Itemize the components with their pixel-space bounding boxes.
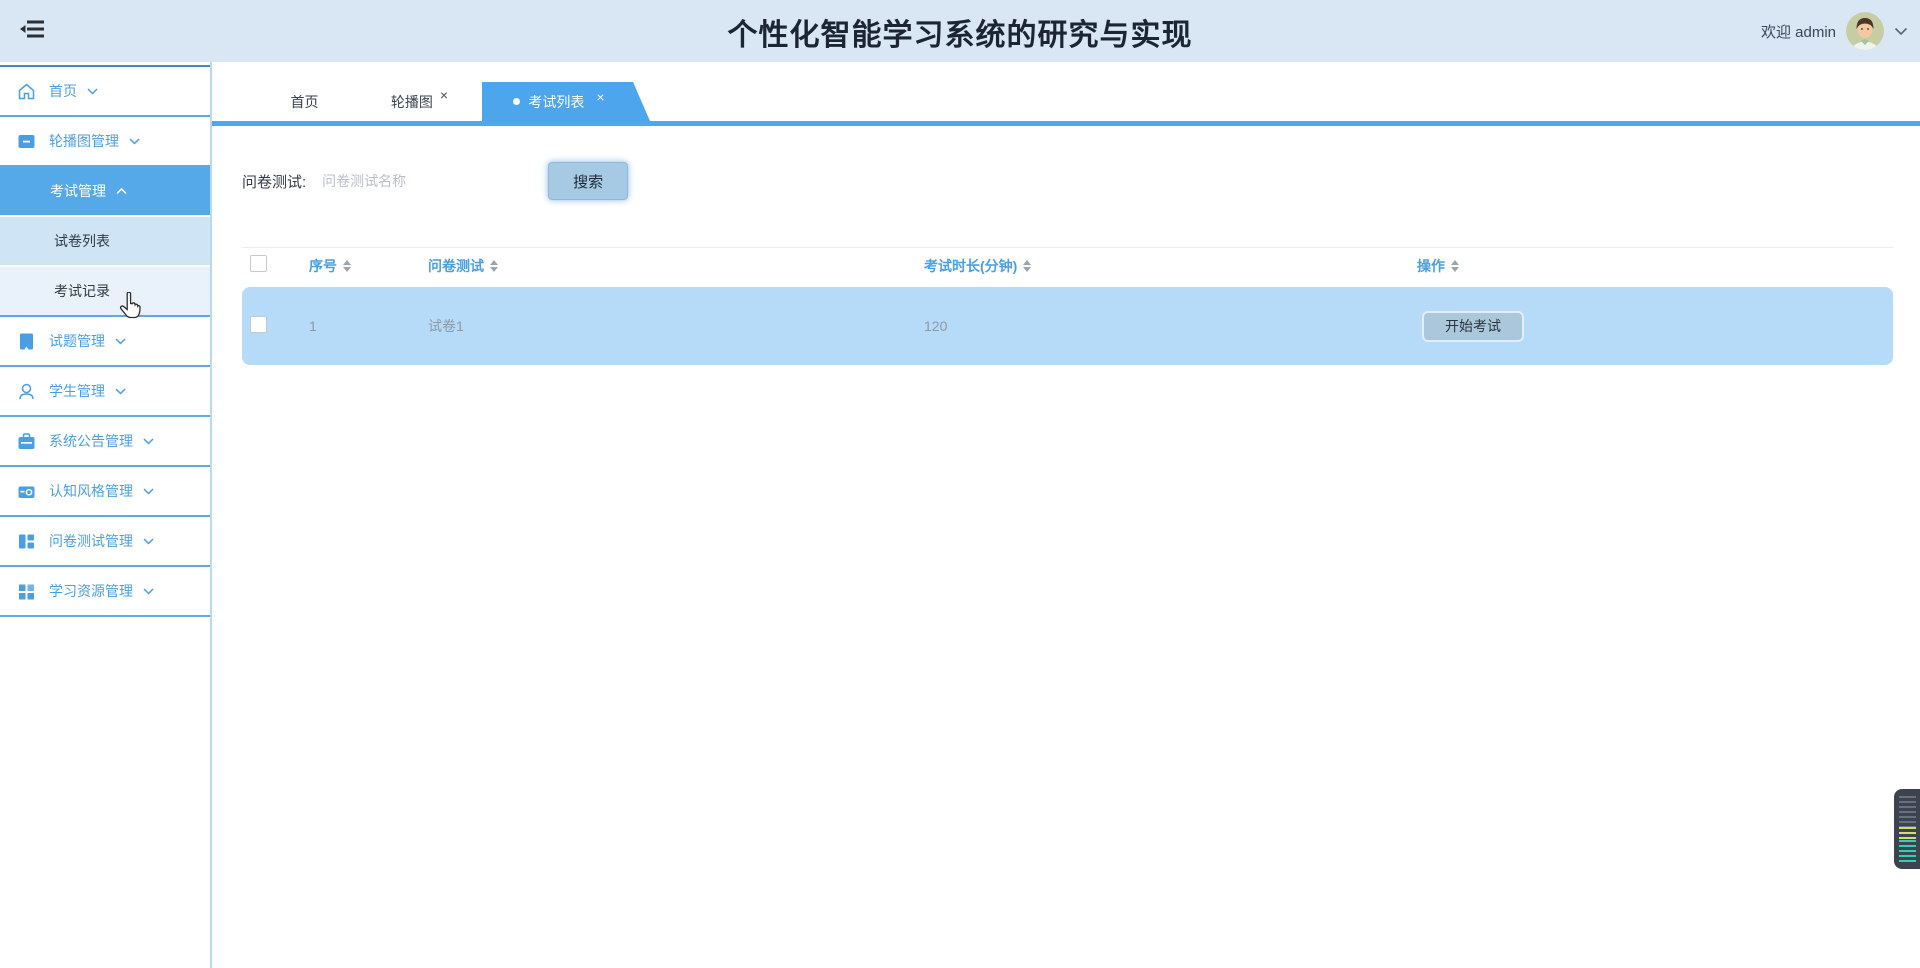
sidebar-item-label: 问卷测试管理 [49,533,133,549]
sidebar-item-student-management[interactable]: 学生管理 [0,367,210,417]
cell-quiz: 试卷1 [428,318,464,334]
tab-label: 考试列表 [528,93,585,110]
briefcase-icon [17,432,36,451]
sidebar-item-home[interactable]: 首页 [0,67,210,117]
column-header-duration[interactable]: 考试时长(分钟) [920,256,1413,276]
exam-table: 序号 问卷测试 考试时长(分钟) 操作 1 试卷1 120 开始考试 [242,247,1893,365]
sort-icon[interactable] [343,259,351,272]
sidebar-item-questionnaire-management[interactable]: 问卷测试管理 [0,517,210,567]
grid-icon [17,582,36,601]
sidebar-item-carousel-management[interactable]: 轮播图管理 [0,117,210,167]
sidebar-item-cognitive-style-management[interactable]: 认知风格管理 [0,467,210,517]
sidebar-item-label: 学习资源管理 [49,583,133,599]
sidebar-item-label: 考试记录 [54,283,110,299]
column-header-seq[interactable]: 序号 [305,256,424,276]
sidebar-item-paper-list[interactable]: 试卷列表 [0,217,210,267]
tab-bar: 首页 轮播图 × 考试列表 × [212,62,1920,121]
page-title: 个性化智能学习系统的研究与实现 [727,19,1193,52]
sidebar-menu: 首页 轮播图管理 考试管理 试卷列表 考试记录 试题管理 学生管理 系统公告管理… [0,65,210,617]
chevron-down-icon [143,437,154,445]
camera-icon [17,482,36,501]
table-row[interactable]: 1 试卷1 120 开始考试 [242,287,1893,365]
sidebar-item-label: 认知风格管理 [49,483,133,499]
sidebar-item-exam-records[interactable]: 考试记录 [0,267,210,317]
close-icon[interactable]: × [440,87,448,103]
home-icon [17,82,36,101]
browser-extension-widget[interactable] [1894,789,1920,869]
tab-carousel[interactable]: 轮播图 × [357,82,482,121]
close-icon[interactable]: × [596,89,604,105]
chevron-down-icon [143,587,154,595]
cell-duration: 120 [924,318,948,334]
search-label: 问卷测试: [242,173,307,191]
cell-seq: 1 [309,318,317,334]
column-header-quiz[interactable]: 问卷测试 [424,256,920,276]
sort-icon[interactable] [1451,259,1459,272]
chevron-down-icon [115,337,126,345]
chevron-down-icon [143,487,154,495]
avatar-image [1846,12,1884,50]
sidebar-item-label: 系统公告管理 [49,433,133,449]
sidebar-item-label: 考试管理 [50,183,106,199]
sidebar-item-question-management[interactable]: 试题管理 [0,317,210,367]
search-section: 问卷测试: 搜索 [242,162,1920,200]
main-content: 首页 轮播图 × 考试列表 × 问卷测试: 搜索 序号 问卷测试 [212,62,1920,968]
carousel-icon [17,132,36,151]
tab-home[interactable]: 首页 [252,82,357,121]
sort-icon[interactable] [490,259,498,272]
row-checkbox[interactable] [250,316,267,333]
sort-icon[interactable] [1023,259,1032,272]
column-header-action[interactable]: 操作 [1413,256,1893,276]
app-header: 个性化智能学习系统的研究与实现 欢迎 admin [0,0,1920,62]
tab-underline [212,121,1920,126]
sidebar-item-label: 试卷列表 [54,233,110,249]
search-input[interactable] [322,164,533,198]
widget-stripes-yellow [1899,827,1916,840]
tab-label: 首页 [290,93,319,110]
select-all-checkbox[interactable] [250,254,267,272]
notebook-icon [17,332,36,351]
sidebar-item-label: 试题管理 [49,333,105,349]
user-menu[interactable]: 欢迎 admin [1761,0,1908,62]
sidebar-item-label: 首页 [49,83,77,99]
chevron-down-icon [143,537,154,545]
chevron-down-icon [87,87,98,95]
tab-exam-list[interactable]: 考试列表 × [482,82,650,121]
start-exam-button[interactable]: 开始考试 [1422,310,1524,342]
sidebar-item-label: 学生管理 [49,383,105,399]
sidebar-item-learning-resource-management[interactable]: 学习资源管理 [0,567,210,617]
chevron-down-icon [115,387,126,395]
layout-grid-icon [17,532,36,551]
sidebar-item-exam-management[interactable]: 考试管理 [0,167,210,217]
user-menu-chevron-icon[interactable] [1894,27,1908,36]
welcome-text: 欢迎 admin [1760,23,1836,41]
widget-stripes-teal [1899,840,1916,863]
widget-stripes-gray [1899,796,1916,827]
sidebar-item-announcement-management[interactable]: 系统公告管理 [0,417,210,467]
search-button[interactable]: 搜索 [548,162,629,200]
user-icon [17,382,36,401]
sidebar-item-label: 轮播图管理 [49,133,119,149]
table-header-row: 序号 问卷测试 考试时长(分钟) 操作 [242,247,1893,283]
avatar[interactable] [1846,12,1884,50]
chevron-up-icon [116,187,127,195]
chevron-down-icon [129,137,140,145]
sidebar: 首页 轮播图管理 考试管理 试卷列表 考试记录 试题管理 学生管理 系统公告管理… [0,62,212,968]
active-tab-dot [513,98,520,105]
tab-label: 轮播图 [390,93,433,110]
